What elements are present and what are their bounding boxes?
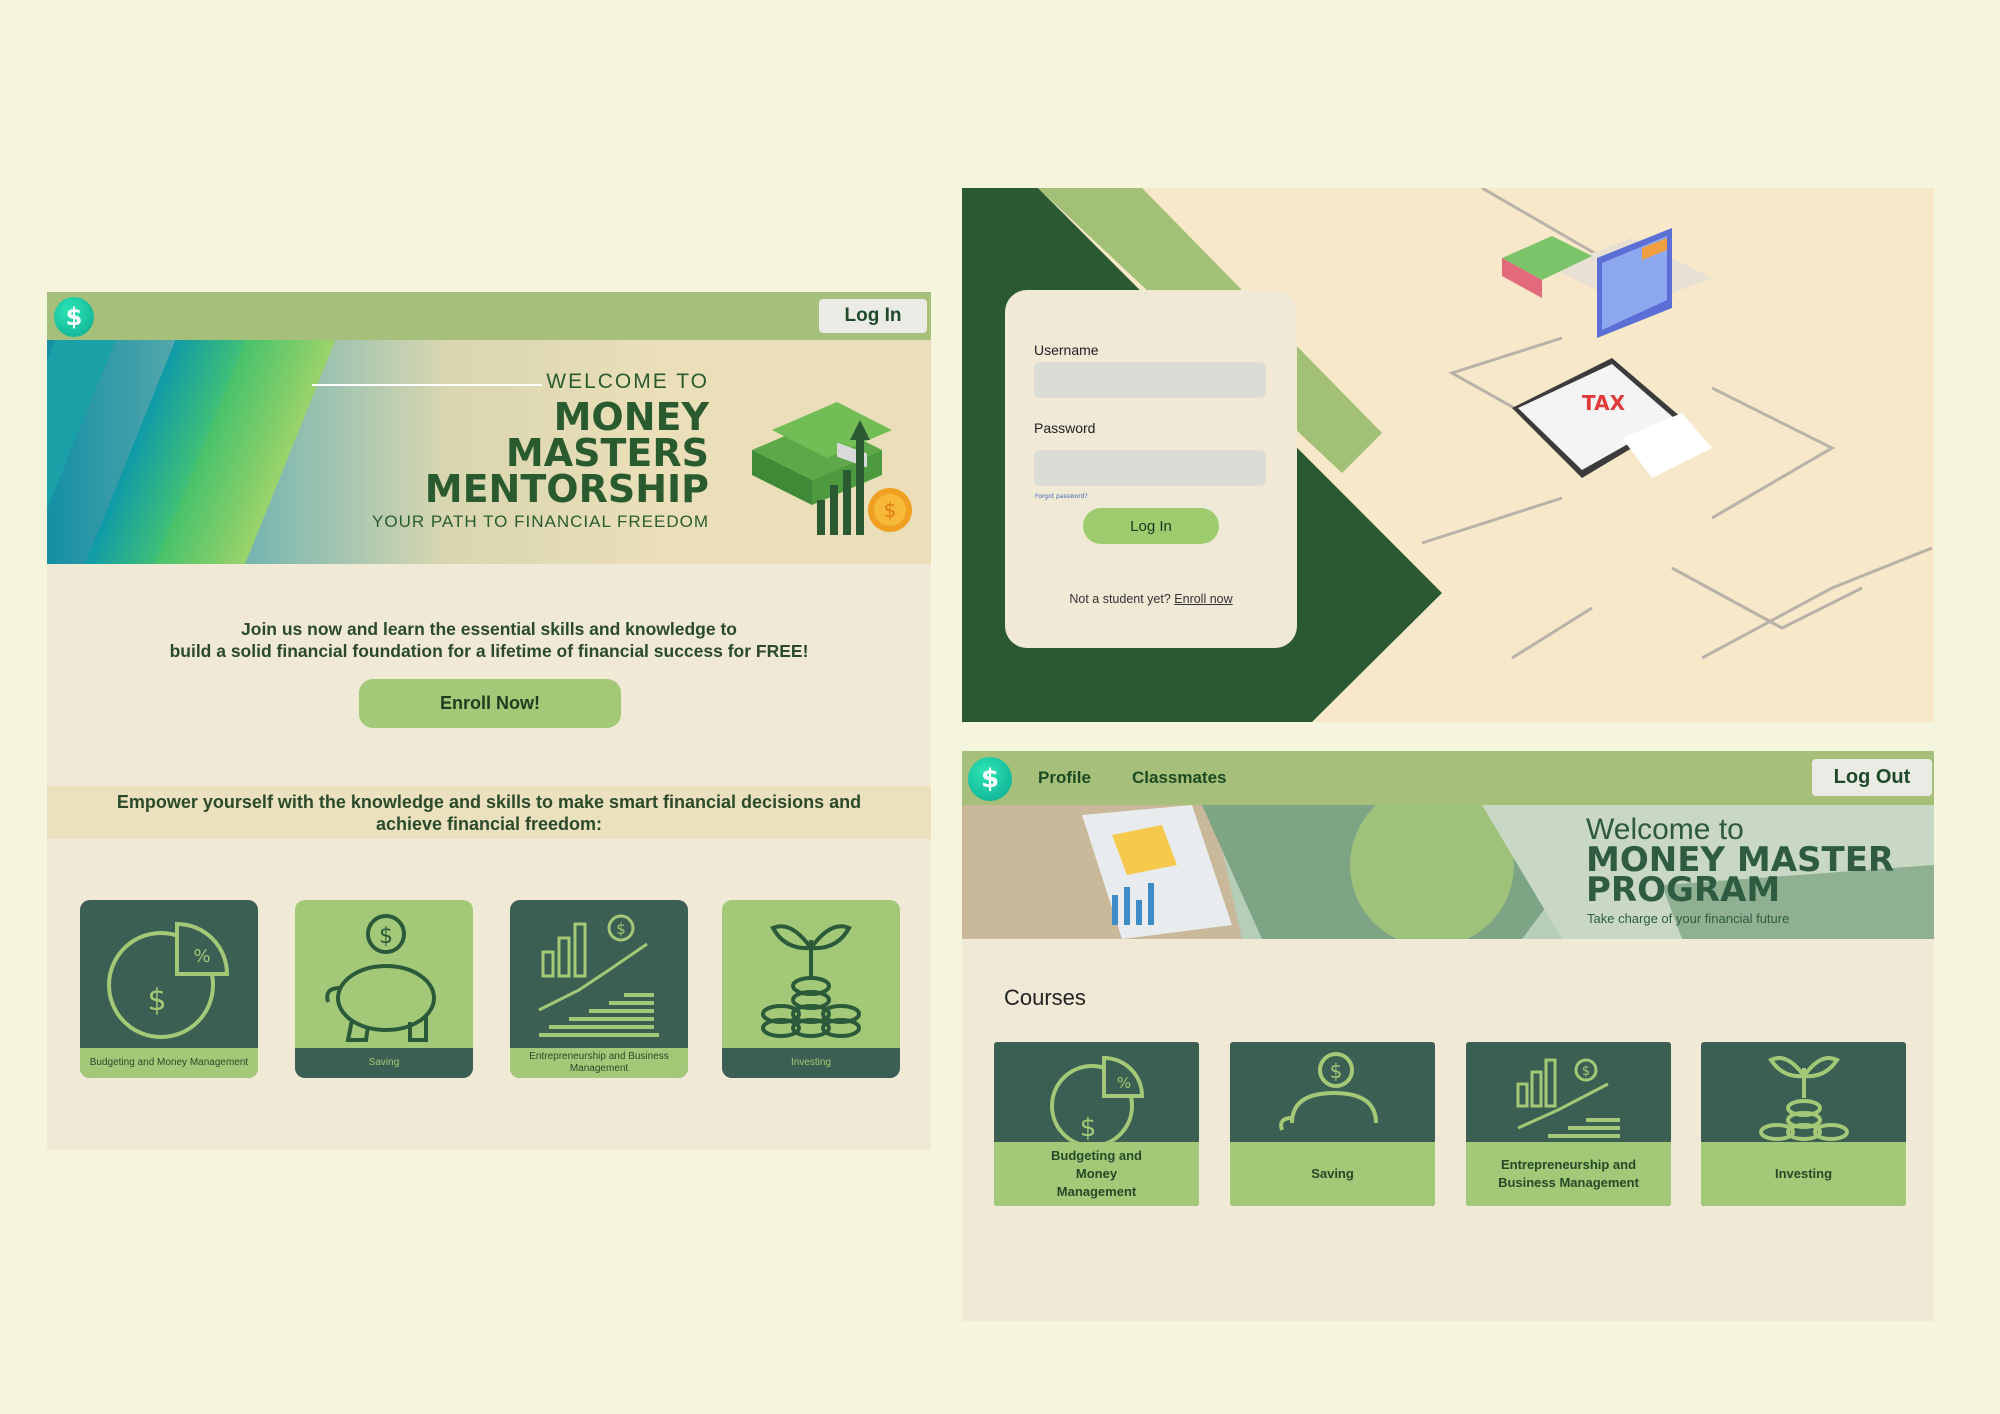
- svg-text:$: $: [884, 498, 897, 522]
- course-label: Entrepreneurship and Business Management: [510, 1048, 688, 1078]
- hero-welcome-text: WELCOME TO: [546, 370, 709, 393]
- dashboard-topbar: $ Profile Classmates Log Out: [962, 751, 1934, 805]
- dollar-logo-icon[interactable]: $: [54, 297, 94, 337]
- coin-plant-icon: [1759, 1056, 1849, 1141]
- dollar-logo-icon[interactable]: $: [968, 757, 1012, 801]
- course-tile-saving[interactable]: $ Saving: [295, 900, 473, 1078]
- join-line-2: build a solid financial foundation for a…: [169, 641, 809, 661]
- enroll-now-link[interactable]: Enroll now: [1174, 592, 1232, 606]
- budget-pie-icon: $ %: [107, 921, 230, 1039]
- course-label: Budgeting and Money Management: [80, 1048, 258, 1078]
- hero-title-line3: MENTORSHIP: [424, 467, 709, 511]
- join-line-1: Join us now and learn the essential skil…: [241, 619, 737, 639]
- svg-text:$: $: [379, 924, 393, 949]
- username-label: Username: [1034, 342, 1099, 358]
- svg-text:%: %: [1117, 1074, 1131, 1092]
- login-page: TAX Username Password Forgot password? L…: [962, 188, 1934, 722]
- dashboard-hero: Welcome to MONEY MASTER PROGRAM Take cha…: [962, 805, 1934, 939]
- logout-button[interactable]: Log Out: [1812, 759, 1932, 796]
- forgot-password-link[interactable]: Forgot password?: [1035, 493, 1088, 500]
- course-card-saving[interactable]: $ Saving: [1230, 1042, 1435, 1206]
- hero-tagline: Take charge of your financial future: [1587, 911, 1790, 926]
- tax-illustration-icon: TAX: [1421, 188, 1933, 660]
- hero-subtitle: YOUR PATH TO FINANCIAL FREEDOM: [372, 512, 709, 531]
- empower-line-2: achieve financial freedom:: [375, 814, 603, 834]
- course-tile-entrepreneurship[interactable]: $ Entrepreneurship and Business Manageme…: [510, 900, 688, 1078]
- nav-classmates[interactable]: Classmates: [1132, 768, 1227, 788]
- join-message: Join us now and learn the essential skil…: [47, 618, 931, 662]
- hero-program-title: MONEY MASTER PROGRAM: [1586, 843, 1894, 907]
- svg-text:$: $: [1080, 1113, 1097, 1143]
- money-stack-illustration-icon: $: [752, 402, 912, 535]
- signup-prompt-text: Not a student yet?: [1069, 592, 1171, 606]
- course-card-label: Entrepreneurship and Business Management: [1466, 1142, 1671, 1206]
- login-button[interactable]: Log In: [819, 299, 927, 333]
- course-card-investing[interactable]: Investing: [1701, 1042, 1906, 1206]
- nav-profile[interactable]: Profile: [1038, 768, 1091, 788]
- course-card-label: Investing: [1701, 1142, 1906, 1206]
- login-submit-button[interactable]: Log In: [1083, 508, 1219, 544]
- course-label-line: Entrepreneurship and: [1500, 1157, 1637, 1172]
- budget-pie-icon: $ %: [1050, 1055, 1145, 1148]
- course-label-line: Money: [1075, 1166, 1118, 1181]
- username-field[interactable]: [1034, 362, 1266, 398]
- course-label: Investing: [722, 1048, 900, 1078]
- svg-text:$: $: [1330, 1059, 1343, 1083]
- piggy-bank-icon: $: [325, 914, 436, 1042]
- course-label: Saving: [295, 1048, 473, 1078]
- empower-banner: Empower yourself with the knowledge and …: [47, 786, 931, 839]
- signup-prompt: Not a student yet? Enroll now: [1005, 592, 1297, 606]
- coin-plant-icon: [761, 924, 861, 1038]
- login-form: Username Password Forgot password? Log I…: [1005, 290, 1297, 648]
- svg-text:$: $: [616, 920, 626, 938]
- course-card-label: Budgeting and Money Management: [994, 1142, 1199, 1206]
- hero-divider: [312, 384, 542, 386]
- growth-chart-icon: $: [538, 914, 659, 1037]
- piggy-bank-icon: $: [1279, 1052, 1378, 1131]
- course-label-line: Budgeting and: [1051, 1148, 1142, 1163]
- growth-chart-icon: $: [1516, 1058, 1623, 1146]
- courses-heading: Courses: [1004, 985, 1086, 1010]
- course-tile-budgeting[interactable]: $ % Budgeting and Money Management: [80, 900, 258, 1078]
- landing-topbar: $ Log In: [47, 292, 931, 340]
- course-card-entrepreneurship[interactable]: $ Entrepreneurship and Business Manageme…: [1466, 1042, 1671, 1206]
- course-card-budgeting[interactable]: $ % Budgeting and Money Management: [994, 1042, 1199, 1206]
- password-field[interactable]: [1034, 450, 1266, 486]
- landing-page: $ Log In WELCOME TO MONEY MASTERS MENTOR…: [47, 292, 931, 1150]
- hero-banner: WELCOME TO MONEY MASTERS MENTORSHIP YOUR…: [47, 340, 931, 564]
- dashboard-page: $ Profile Classmates Log Out Welcome to …: [962, 751, 1934, 1321]
- password-label: Password: [1034, 420, 1096, 436]
- course-label-line: Management: [1056, 1184, 1137, 1199]
- course-card-label: Saving: [1230, 1142, 1435, 1206]
- tax-label: TAX: [1582, 391, 1626, 415]
- svg-text:$: $: [1582, 1064, 1590, 1079]
- enroll-now-button[interactable]: Enroll Now!: [359, 679, 621, 728]
- svg-text:$: $: [147, 983, 166, 1018]
- course-tile-investing[interactable]: Investing: [722, 900, 900, 1078]
- course-label-line: Business Management: [1498, 1175, 1639, 1190]
- svg-text:%: %: [193, 946, 210, 967]
- empower-line-1: Empower yourself with the knowledge and …: [116, 792, 862, 812]
